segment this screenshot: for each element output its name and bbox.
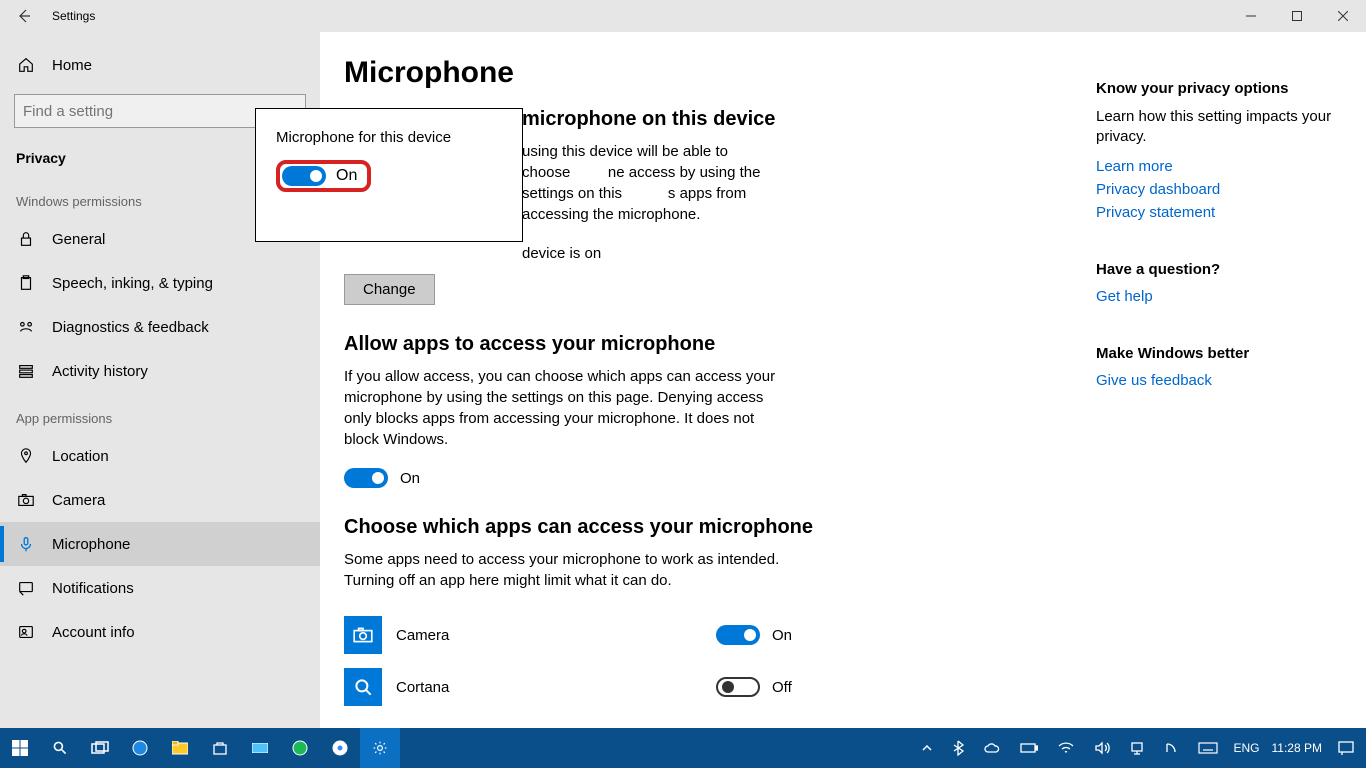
camera-icon <box>16 490 36 510</box>
taskbar-search[interactable] <box>40 728 80 768</box>
microphone-icon <box>16 534 36 554</box>
tray-keyboard-icon[interactable] <box>1194 728 1222 768</box>
section-choose-title: Choose which apps can access your microp… <box>344 516 1342 539</box>
app-toggle-label: On <box>772 627 792 644</box>
sidebar-item-label: Camera <box>52 492 105 509</box>
tray-network-icon[interactable] <box>1126 728 1148 768</box>
section-device-desc: using this device will be able to choose… <box>522 141 792 225</box>
window-controls <box>1228 0 1366 32</box>
app-name: Cortana <box>396 679 716 696</box>
taskbar: ENG 11:28 PM <box>0 728 1366 768</box>
clipboard-icon <box>16 273 36 293</box>
home-button[interactable]: Home <box>0 44 320 86</box>
device-mic-toggle[interactable] <box>282 166 326 186</box>
cortana-tile-icon <box>344 668 382 706</box>
microphone-device-popup: Microphone for this device On <box>255 108 523 242</box>
window-title: Settings <box>48 9 95 23</box>
tray-onedrive-icon[interactable] <box>980 728 1004 768</box>
apps-access-toggle-label: On <box>400 470 420 487</box>
sidebar-item-diagnostics[interactable]: Diagnostics & feedback <box>0 305 320 349</box>
tray-battery-icon[interactable] <box>1016 728 1042 768</box>
help-title-1: Know your privacy options <box>1096 80 1336 97</box>
tray-volume-icon[interactable] <box>1090 728 1114 768</box>
category-app-permissions: App permissions <box>0 393 320 434</box>
help-pane: Know your privacy options Learn how this… <box>1096 80 1336 429</box>
taskbar-app-1[interactable] <box>240 728 280 768</box>
titlebar: Settings <box>0 0 1366 32</box>
tray-bluetooth-icon[interactable] <box>948 728 968 768</box>
help-text-1: Learn how this setting impacts your priv… <box>1096 107 1336 148</box>
sidebar-item-notifications[interactable]: Notifications <box>0 566 320 610</box>
app-list: Camera On Cortana Off <box>344 609 1342 713</box>
sidebar-item-location[interactable]: Location <box>0 434 320 478</box>
sidebar-item-label: Microphone <box>52 536 130 553</box>
app-name: Camera <box>396 627 716 644</box>
home-label: Home <box>52 57 92 74</box>
sidebar-item-label: General <box>52 231 105 248</box>
feedback-icon <box>16 317 36 337</box>
sidebar-item-label: Location <box>52 448 109 465</box>
sidebar-item-microphone[interactable]: Microphone <box>0 522 320 566</box>
app-row-cortana: Cortana Off <box>344 661 1342 713</box>
taskbar-explorer[interactable] <box>160 728 200 768</box>
tray-clock[interactable]: 11:28 PM <box>1272 741 1322 755</box>
app-toggle-label: Off <box>772 679 792 696</box>
task-view-button[interactable] <box>80 728 120 768</box>
tray-nvidia-icon[interactable] <box>1160 728 1182 768</box>
history-icon <box>16 361 36 381</box>
minimize-button[interactable] <box>1228 0 1274 32</box>
tray-wifi-icon[interactable] <box>1054 728 1078 768</box>
popup-highlight: On <box>276 160 371 192</box>
help-title-2: Have a question? <box>1096 261 1336 278</box>
app-toggle-camera[interactable] <box>716 625 760 645</box>
notifications-icon <box>16 578 36 598</box>
account-icon <box>16 622 36 642</box>
sidebar-item-camera[interactable]: Camera <box>0 478 320 522</box>
section-choose-desc: Some apps need to access your microphone… <box>344 549 784 591</box>
lock-icon <box>16 229 36 249</box>
taskbar-chrome[interactable] <box>320 728 360 768</box>
link-give-feedback[interactable]: Give us feedback <box>1096 372 1336 389</box>
device-mic-toggle-label: On <box>336 167 357 185</box>
sidebar-item-label: Diagnostics & feedback <box>52 319 209 336</box>
sidebar-item-label: Activity history <box>52 363 148 380</box>
taskbar-store[interactable] <box>200 728 240 768</box>
sidebar-item-activity[interactable]: Activity history <box>0 349 320 393</box>
taskbar-edge[interactable] <box>120 728 160 768</box>
start-button[interactable] <box>0 728 40 768</box>
link-learn-more[interactable]: Learn more <box>1096 158 1336 175</box>
app-row-camera: Camera On <box>344 609 1342 661</box>
camera-tile-icon <box>344 616 382 654</box>
link-get-help[interactable]: Get help <box>1096 288 1336 305</box>
sidebar-item-label: Notifications <box>52 580 134 597</box>
tray-language[interactable]: ENG <box>1234 741 1260 755</box>
taskbar-spotify[interactable] <box>280 728 320 768</box>
change-button[interactable]: Change <box>344 274 435 305</box>
location-icon <box>16 446 36 466</box>
close-button[interactable] <box>1320 0 1366 32</box>
back-arrow-icon <box>16 8 32 24</box>
help-title-3: Make Windows better <box>1096 345 1336 362</box>
section-apps-desc: If you allow access, you can choose whic… <box>344 366 784 450</box>
link-privacy-dashboard[interactable]: Privacy dashboard <box>1096 181 1336 198</box>
app-toggle-cortana[interactable] <box>716 677 760 697</box>
taskbar-settings[interactable] <box>360 728 400 768</box>
change-button-label: Change <box>363 281 416 298</box>
sidebar-item-label: Account info <box>52 624 135 641</box>
sidebar-item-speech[interactable]: Speech, inking, & typing <box>0 261 320 305</box>
tray-overflow[interactable] <box>918 728 936 768</box>
sidebar-item-account-info[interactable]: Account info <box>0 610 320 654</box>
apps-access-toggle[interactable] <box>344 468 388 488</box>
back-button[interactable] <box>0 0 48 32</box>
home-icon <box>16 55 36 75</box>
maximize-button[interactable] <box>1274 0 1320 32</box>
sidebar-item-label: Speech, inking, & typing <box>52 275 213 292</box>
action-center-button[interactable] <box>1334 728 1358 768</box>
link-privacy-statement[interactable]: Privacy statement <box>1096 204 1336 221</box>
popup-title: Microphone for this device <box>276 129 502 146</box>
